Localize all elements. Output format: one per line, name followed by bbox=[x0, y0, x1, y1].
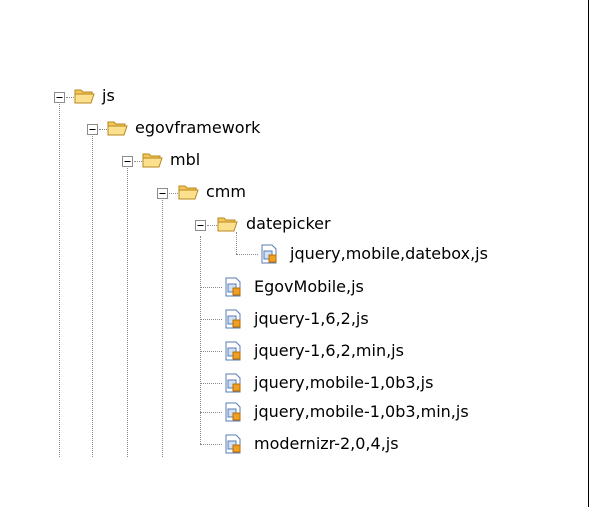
tree-connector bbox=[200, 319, 222, 320]
collapse-toggle-icon[interactable] bbox=[157, 188, 168, 199]
js-file-icon bbox=[225, 434, 241, 454]
open-folder-icon bbox=[74, 89, 95, 104]
js-file-icon bbox=[225, 373, 241, 393]
tree-item-label[interactable]: mbl bbox=[170, 150, 200, 170]
tree-connector bbox=[134, 161, 142, 162]
tree-guide-line bbox=[162, 200, 163, 457]
tree-connector bbox=[200, 287, 222, 288]
tree-item-label[interactable]: datepicker bbox=[246, 214, 331, 234]
tree-item-label[interactable]: jquery-1,6,2,min,js bbox=[254, 341, 404, 361]
tree-item-label[interactable]: jquery-1,6,2,js bbox=[254, 309, 369, 329]
tree-item-label[interactable]: cmm bbox=[206, 182, 246, 202]
tree-connector bbox=[200, 383, 222, 384]
js-file-icon bbox=[225, 341, 241, 361]
tree-connector bbox=[200, 351, 222, 352]
tree-connector bbox=[200, 444, 222, 445]
collapse-toggle-icon[interactable] bbox=[87, 124, 98, 135]
open-folder-icon bbox=[178, 185, 199, 200]
tree-connector bbox=[169, 193, 178, 194]
tree-item-label[interactable]: modernizr-2,0,4,js bbox=[254, 434, 399, 454]
tree-item-label[interactable]: jquery,mobile,datebox,js bbox=[290, 244, 488, 264]
tree-item-label[interactable]: egovframework bbox=[135, 118, 260, 138]
tree-connector bbox=[236, 254, 258, 255]
tree-connector bbox=[207, 225, 217, 226]
collapse-toggle-icon[interactable] bbox=[122, 156, 133, 167]
tree-guide-line bbox=[59, 104, 60, 457]
tree-item-label[interactable]: jquery,mobile-1,0b3,js bbox=[254, 373, 433, 393]
js-file-icon bbox=[225, 277, 241, 297]
tree-guide-line bbox=[127, 168, 128, 457]
tree-connector bbox=[99, 129, 107, 130]
js-file-icon bbox=[225, 402, 241, 422]
tree-item-label[interactable]: js bbox=[102, 86, 115, 106]
tree-guide-line bbox=[236, 232, 237, 254]
tree-item-label[interactable]: EgovMobile,js bbox=[254, 277, 364, 297]
open-folder-icon bbox=[217, 217, 238, 232]
js-file-icon bbox=[225, 309, 241, 329]
collapse-toggle-icon[interactable] bbox=[195, 220, 206, 231]
open-folder-icon bbox=[142, 153, 163, 168]
tree-item-label[interactable]: jquery,mobile-1,0b3,min,js bbox=[254, 402, 469, 422]
tree-guide-line bbox=[92, 136, 93, 457]
js-file-icon bbox=[261, 244, 277, 264]
tree-connector bbox=[66, 97, 74, 98]
file-tree: js egovframework mbl cmm datepicker jque… bbox=[0, 0, 589, 507]
collapse-toggle-icon[interactable] bbox=[54, 92, 65, 103]
tree-connector bbox=[200, 412, 222, 413]
open-folder-icon bbox=[107, 121, 128, 136]
